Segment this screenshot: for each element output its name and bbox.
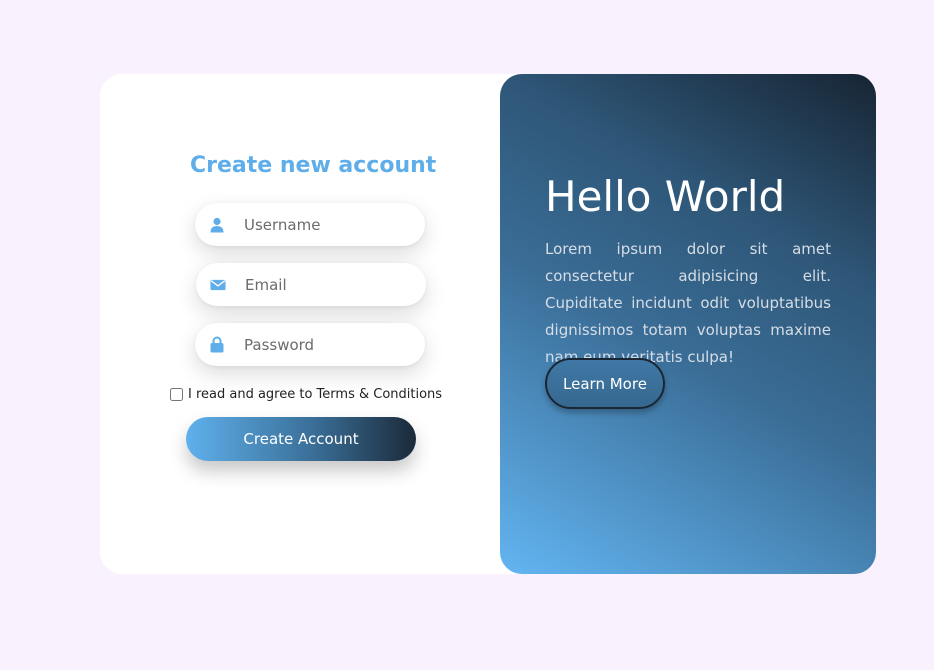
panel-heading: Hello World <box>545 172 786 221</box>
username-input[interactable] <box>244 215 404 234</box>
password-input[interactable] <box>244 335 404 354</box>
panel-body-text: Lorem ipsum dolor sit amet consectetur a… <box>545 240 831 366</box>
email-field[interactable] <box>196 263 426 306</box>
form-title: Create new account <box>190 153 437 178</box>
lock-icon <box>209 336 225 353</box>
terms-checkbox[interactable] <box>170 388 183 401</box>
signup-card: Create new account I read <box>100 74 876 574</box>
password-field[interactable] <box>195 323 425 366</box>
welcome-panel: Hello World Lorem ipsum dolor sit amet c… <box>500 74 876 574</box>
username-field[interactable] <box>195 203 425 246</box>
terms-label: I read and agree to Terms & Conditions <box>188 387 443 402</box>
user-icon <box>209 217 225 233</box>
email-input[interactable] <box>245 275 405 294</box>
create-account-button[interactable]: Create Account <box>186 417 416 461</box>
terms-row[interactable]: I read and agree to Terms & Conditions <box>170 387 442 402</box>
envelope-icon <box>210 277 226 293</box>
learn-more-button[interactable]: Learn More <box>545 358 665 409</box>
